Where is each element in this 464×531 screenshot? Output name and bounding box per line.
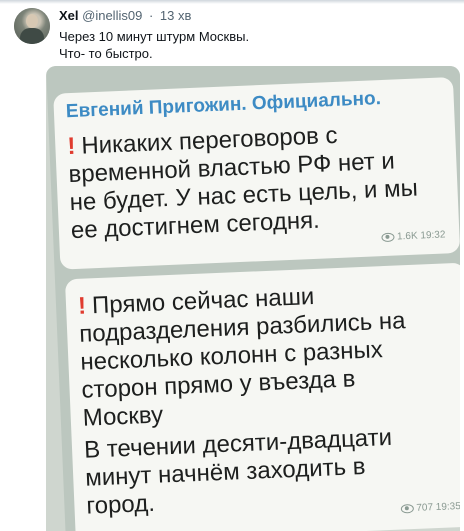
view-count: 1.6K [396,230,418,243]
author-name[interactable]: Xel [59,8,79,23]
tweet-time[interactable]: 13 хв [160,8,191,23]
message-meta: 707 19:35 [400,501,460,515]
eye-icon [400,503,414,514]
message-text: ! Никаких переговоров с временной властью… [67,119,420,245]
eye-icon [380,232,395,242]
view-count: 707 [416,502,434,514]
phone-screen: Евгений Пригожин. Официально. ! Никаких п… [46,66,460,531]
message-time: 19:35 [435,501,460,514]
message-text-paragraph: В течении десяти-двадцати минут начнём з… [84,424,395,521]
author-handle[interactable]: @inellis09 [82,8,142,23]
tweet-header: Xel @inellis09 · 13 хв [59,8,191,23]
tweet-text: Через 10 минут штурм Москвы. Что- то быс… [59,28,249,62]
message-bubble: Евгений Пригожин. Официально. ! Никаких п… [53,76,460,270]
tweet-text-line: Через 10 минут штурм Москвы. [59,29,250,44]
message-time: 19:32 [420,229,446,242]
avatar[interactable] [14,8,50,44]
attached-photo[interactable]: Евгений Пригожин. Официально. ! Никаких п… [46,66,460,531]
channel-name: Евгений Пригожин. Официально. [65,88,382,123]
message-bubble: ! Прямо сейчас наши подразделения разбили… [64,262,460,531]
cropped-previous-tweet [0,0,464,4]
exclamation-icon: ! [66,132,76,161]
message-meta: 1.6K 19:32 [380,229,446,243]
separator-dot: · [148,8,154,23]
tweet-text-line: Что- то быстро. [59,46,153,61]
message-text: ! Прямо сейчас наши подразделения разбили… [78,279,410,433]
exclamation-icon: ! [77,292,87,320]
